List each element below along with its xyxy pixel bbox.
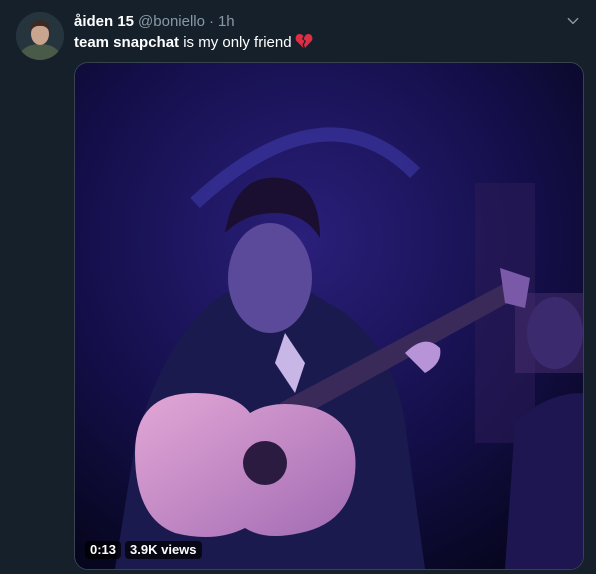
chevron-down-icon[interactable] [564,12,582,30]
broken-heart-icon [295,34,312,48]
tweet-text: team snapchat is my only friend [74,33,313,53]
timestamp[interactable]: 1h [218,13,235,30]
video-duration-badge: 0:13 [85,541,122,559]
tweet-header: åiden 15 @boniello · 1h [74,12,235,32]
tweet-text-bold: team snapchat [74,34,180,51]
video-badges: 0:13 3.9K views [85,541,202,559]
video-player[interactable]: 0:13 3.9K views [74,62,584,570]
avatar[interactable] [16,12,64,60]
tweet[interactable]: åiden 15 @boniello · 1h team snapchat is my… [0,0,596,574]
video-views-badge: 3.9K views [125,541,202,559]
separator-dot: · [208,13,214,30]
user-handle[interactable]: @boniello [138,13,205,30]
tweet-text-body: is my only friend [179,34,292,51]
video-frame [75,63,583,569]
display-name[interactable]: åiden 15 [74,13,134,30]
